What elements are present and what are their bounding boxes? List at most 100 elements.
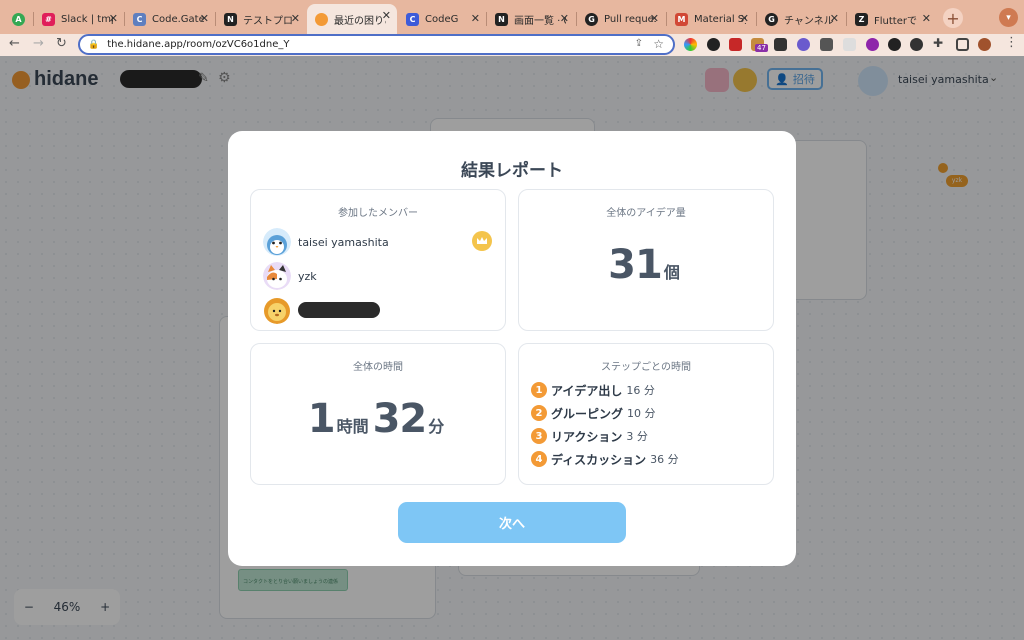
step-time: 10 分 xyxy=(627,407,656,420)
lock-icon[interactable]: 🔒 xyxy=(88,40,99,50)
close-tab-icon[interactable]: ✕ xyxy=(382,9,391,22)
total-time-card-title: 全体の時間 xyxy=(353,362,403,373)
share-icon[interactable]: ⇪ xyxy=(635,38,643,49)
address-bar[interactable]: 🔒 the.hidane.app/room/ozVC6o1dne_Y ⇪ ☆ xyxy=(78,34,675,55)
sidebar-icon[interactable] xyxy=(956,38,969,51)
step-row: 4 ディスカッション 36 分 xyxy=(531,450,679,468)
step-times-card-title: ステップごとの時間 xyxy=(601,362,691,373)
browser-tab[interactable]: Z Flutterで ✕ xyxy=(847,7,937,31)
ideas-count: 31 個 xyxy=(519,242,773,288)
member-row: taisei yamashita xyxy=(263,228,389,256)
close-tab-icon[interactable]: ✕ xyxy=(922,12,931,25)
browser-tab[interactable]: G Pull reques ✕ xyxy=(577,7,665,31)
step-label: リアクション xyxy=(551,429,623,444)
step-times-card: ステップごとの時間 1 アイデア出し 16 分 2 グルーピング 10 分 3 … xyxy=(518,343,774,485)
members-card-title: 参加したメンバー xyxy=(338,208,418,219)
ideas-card: 全体のアイデア量 31 個 xyxy=(518,189,774,331)
extension-icon[interactable] xyxy=(888,38,901,51)
hours-value: 1 xyxy=(307,396,336,442)
step-label: ディスカッション xyxy=(551,452,647,467)
redacted-member-name xyxy=(298,302,380,318)
extension-icon[interactable] xyxy=(820,38,833,51)
extension-icon[interactable] xyxy=(729,38,742,51)
account-icon: A xyxy=(12,12,25,26)
step-label: アイデア出し xyxy=(551,383,623,398)
close-tab-icon[interactable]: ✕ xyxy=(650,12,659,25)
hours-unit: 時間 xyxy=(336,417,369,436)
tab-title: CodeG xyxy=(425,13,459,25)
browser-toolbar: ← → ↻ 🔒 the.hidane.app/room/ozVC6o1dne_Y… xyxy=(0,34,1024,56)
tab-title: 画面一覧 · C xyxy=(514,15,566,27)
step-row: 3 リアクション 3 分 xyxy=(531,427,648,445)
ideas-unit: 個 xyxy=(663,263,680,282)
notion-icon: N xyxy=(495,12,508,26)
tab-title: Code.Gate xyxy=(152,13,204,25)
tab-title: Pull reques xyxy=(604,13,656,25)
notion-icon: N xyxy=(224,12,237,26)
next-button[interactable]: 次へ xyxy=(398,502,626,543)
extension-icon[interactable] xyxy=(910,38,923,51)
browser-tab[interactable]: M Material Sy ✕ xyxy=(667,7,755,31)
member-row xyxy=(263,296,380,324)
close-tab-icon[interactable]: ✕ xyxy=(471,12,480,25)
member-name: yzk xyxy=(298,269,317,283)
material-icon: M xyxy=(675,12,688,26)
url-text[interactable]: the.hidane.app/room/ozVC6o1dne_Y xyxy=(107,39,289,50)
ideas-value: 31 xyxy=(608,242,663,288)
browser-tab[interactable]: C Code.Gate ✕ xyxy=(125,7,215,31)
tab-title: チャンネル xyxy=(784,15,834,27)
step-time: 3 分 xyxy=(626,430,648,443)
step-label: グルーピング xyxy=(551,406,624,421)
browser-tab[interactable]: N テストプロ ✕ xyxy=(216,7,306,31)
back-icon[interactable]: ← xyxy=(9,36,20,51)
bookmark-star-icon[interactable]: ☆ xyxy=(653,37,664,51)
extension-icon[interactable] xyxy=(684,38,697,51)
browser-tab[interactable]: C CodeG ✕ xyxy=(398,7,486,31)
minutes-unit: 分 xyxy=(428,417,445,436)
tab-title: Slack | tmp xyxy=(61,13,113,25)
step-number: 3 xyxy=(531,428,547,444)
browser-tab[interactable]: N 画面一覧 · C ✕ xyxy=(487,7,575,31)
members-card: 参加したメンバー taisei yamashita yzk xyxy=(250,189,506,331)
penguin-avatar xyxy=(263,228,291,256)
github-icon: G xyxy=(765,12,778,26)
browser-menu-icon[interactable]: ⋮ xyxy=(1005,35,1018,50)
browser-tab[interactable]: # Slack | tmp ✕ xyxy=(34,7,124,31)
total-time-value: 1 時間 32 分 xyxy=(251,396,505,442)
member-name: taisei yamashita xyxy=(298,235,389,249)
browser-tab[interactable]: A xyxy=(4,7,32,31)
close-tab-icon[interactable]: ✕ xyxy=(560,12,569,25)
extension-icon[interactable] xyxy=(707,38,720,51)
close-tab-icon[interactable]: ✕ xyxy=(830,12,839,25)
extension-icon[interactable] xyxy=(797,38,810,51)
tab-search-icon[interactable]: ▾ xyxy=(999,8,1018,27)
ideas-card-title: 全体のアイデア量 xyxy=(606,208,686,219)
tab-title: Flutterで xyxy=(874,15,917,27)
crown-icon xyxy=(472,231,492,251)
close-tab-icon[interactable]: ✕ xyxy=(291,12,300,25)
forward-icon[interactable]: → xyxy=(33,36,44,51)
close-tab-icon[interactable]: ✕ xyxy=(109,12,118,25)
close-tab-icon[interactable]: ✕ xyxy=(200,12,209,25)
extension-badge: 47 xyxy=(755,44,768,52)
extension-icon[interactable] xyxy=(866,38,879,51)
browser-tab-active[interactable]: 最近の困りご ✕ xyxy=(307,4,397,34)
cat-avatar xyxy=(263,262,291,290)
extensions-puzzle-icon[interactable]: ✚ xyxy=(933,36,946,50)
total-time-card: 全体の時間 1 時間 32 分 xyxy=(250,343,506,485)
reload-icon[interactable]: ↻ xyxy=(56,36,67,51)
browser-tab[interactable]: G チャンネル ✕ xyxy=(757,7,845,31)
extension-icon[interactable] xyxy=(774,38,787,51)
minutes-value: 32 xyxy=(372,396,428,442)
close-tab-icon[interactable]: ✕ xyxy=(740,12,749,25)
browser-tab-bar: A # Slack | tmp ✕ C Code.Gate ✕ N テストプロ … xyxy=(0,0,1024,34)
lion-avatar xyxy=(263,296,291,324)
hidane-icon xyxy=(315,12,328,26)
extension-icon[interactable] xyxy=(843,38,856,51)
modal-title: 結果レポート xyxy=(461,161,563,181)
profile-icon[interactable] xyxy=(978,38,991,51)
new-tab-button[interactable]: + xyxy=(943,8,963,28)
codegate-icon: C xyxy=(406,12,419,26)
step-row: 2 グルーピング 10 分 xyxy=(531,404,656,422)
codegate-icon: C xyxy=(133,12,146,26)
